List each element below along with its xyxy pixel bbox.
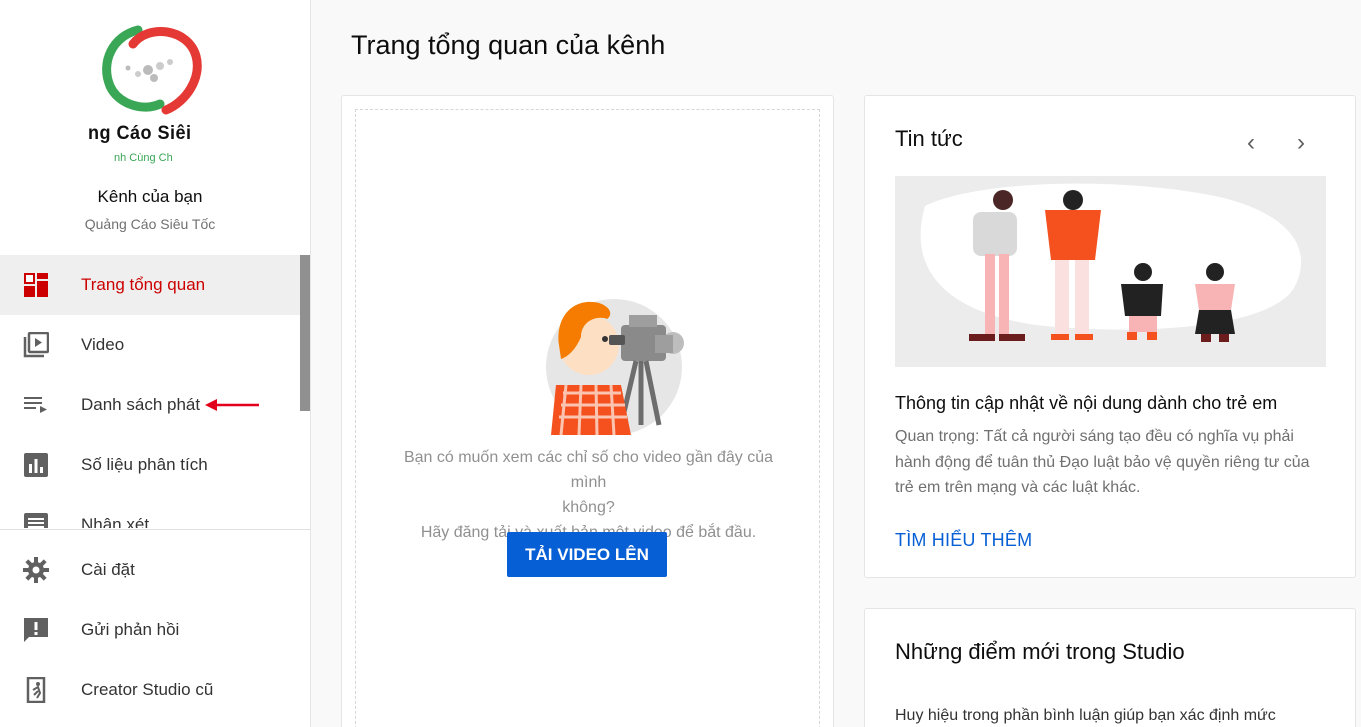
gear-icon xyxy=(23,557,49,583)
logo-mark xyxy=(102,25,202,115)
upload-prompt-line: Bạn có muốn xem các chỉ số cho video gần… xyxy=(403,449,774,491)
sidebar-item-label: Số liệu phân tích xyxy=(81,455,208,474)
learn-more-link[interactable]: TÌM HIỂU THÊM xyxy=(895,530,1032,551)
whats-new-body: Huy hiệu trong phần bình luận giúp bạn x… xyxy=(895,707,1276,724)
whats-new-title: Những điểm mới trong Studio xyxy=(895,639,1185,664)
sidebar-item-video[interactable]: Video xyxy=(0,315,300,375)
sidebar-item-feedback[interactable]: Gửi phản hồi xyxy=(0,600,300,660)
upload-dropzone: Bạn có muốn xem các chỉ số cho video gần… xyxy=(355,109,820,727)
news-card-title: Tin tức xyxy=(895,126,963,151)
news-headline: Thông tin cập nhật về nội dung dành cho … xyxy=(895,393,1278,413)
channel-logo[interactable]: ng Cáo Siêi nh Cùng Ch xyxy=(88,22,212,164)
annotation-arrow-icon xyxy=(205,399,259,411)
sidebar-item-label: Cài đặt xyxy=(81,560,135,579)
camera-person-illustration xyxy=(546,299,684,435)
news-image xyxy=(895,176,1326,367)
sidebar-item-label: Trang tổng quan xyxy=(81,275,206,294)
analytics-icon xyxy=(24,453,48,477)
sidebar-item-analytics[interactable]: Số liệu phân tích xyxy=(0,435,300,495)
sidebar-scrollbar[interactable] xyxy=(300,255,310,411)
upload-card: Bạn có muốn xem các chỉ số cho video gần… xyxy=(341,95,834,727)
exit-icon xyxy=(26,677,46,703)
news-card: Tin tức ‹ › Thông tin cập nhật về nội du… xyxy=(864,95,1356,578)
whats-new-card: Những điểm mới trong Studio Huy hiệu tro… xyxy=(864,608,1356,727)
page-title: Trang tổng quan của kênh xyxy=(351,30,666,60)
playlist-icon xyxy=(24,397,47,413)
feedback-icon xyxy=(24,618,48,642)
news-body: Quan trọng: Tất cả người sáng tạo đều có… xyxy=(895,428,1310,496)
sidebar-item-label: Video xyxy=(81,335,125,354)
comments-icon xyxy=(24,513,48,528)
upload-prompt-line: không? xyxy=(562,499,615,516)
sidebar-bottom-nav: Cài đặt Gửi phản hồi Creator Studio cũ xyxy=(0,540,300,720)
sidebar-item-label: Nhận xét xyxy=(81,515,150,528)
video-library-icon xyxy=(23,332,49,358)
channel-subtitle: Quảng Cáo Siêu Tốc xyxy=(84,216,216,232)
logo-text: ng Cáo Siêi xyxy=(88,123,192,144)
sidebar-item-dashboard[interactable]: Trang tổng quan xyxy=(0,255,300,315)
upload-video-button[interactable]: TẢI VIDEO LÊN xyxy=(507,532,667,577)
chevron-right-icon[interactable]: › xyxy=(1297,129,1305,157)
sidebar-item-settings[interactable]: Cài đặt xyxy=(0,540,300,600)
sidebar-item-label: Danh sách phát xyxy=(81,395,201,414)
sidebar-item-label: Gửi phản hồi xyxy=(81,620,180,639)
channel-name: Kênh của bạn xyxy=(97,187,203,206)
logo-subtext: nh Cùng Ch xyxy=(114,152,173,164)
chevron-left-icon[interactable]: ‹ xyxy=(1247,129,1255,157)
sidebar-item-comments[interactable]: Nhận xét xyxy=(0,495,300,528)
sidebar-divider xyxy=(0,529,310,530)
sidebar-item-label: Creator Studio cũ xyxy=(81,680,214,699)
dashboard-icon xyxy=(24,273,48,297)
upload-prompt: Bạn có muốn xem các chỉ số cho video gần… xyxy=(386,445,791,545)
sidebar-item-classic-studio[interactable]: Creator Studio cũ xyxy=(0,660,300,720)
family-illustration xyxy=(895,176,1326,367)
sidebar: ng Cáo Siêi nh Cùng Ch Kênh của bạn Quản… xyxy=(0,0,311,727)
sidebar-nav: Trang tổng quan Video Danh sách phát Số … xyxy=(0,255,300,528)
